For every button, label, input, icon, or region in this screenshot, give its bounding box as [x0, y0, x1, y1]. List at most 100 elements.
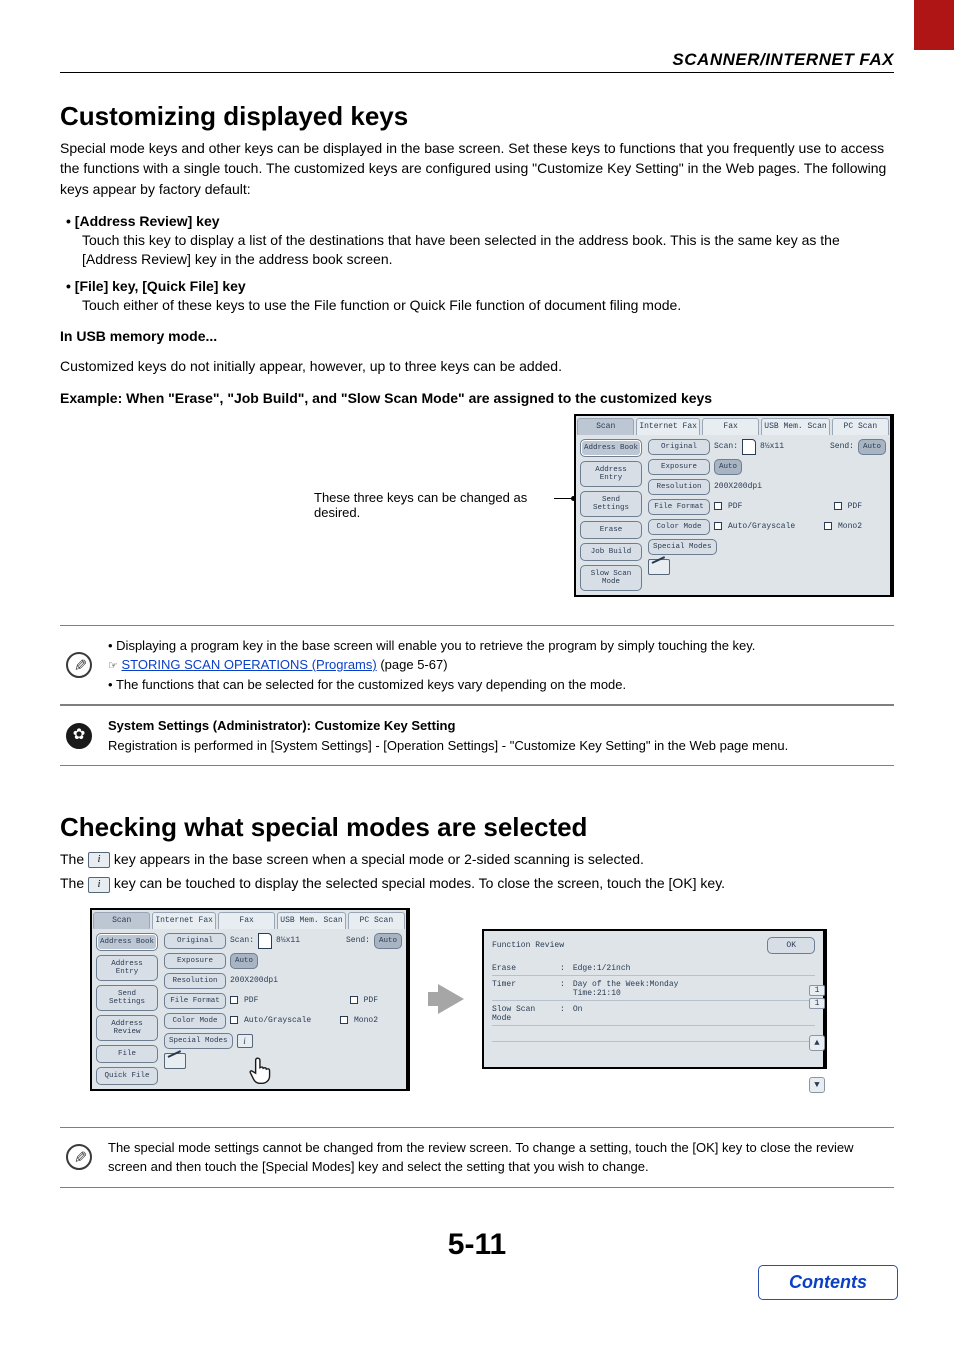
val-ff-2b: PDF: [364, 996, 378, 1005]
fr-page-total: 1: [809, 998, 825, 1009]
btn-original[interactable]: Original: [648, 439, 710, 455]
btn-file-format[interactable]: File Format: [648, 499, 710, 515]
val-cm-2: Mono2: [838, 522, 862, 531]
val-send-auto[interactable]: Auto: [858, 439, 886, 455]
bullet1-body: Touch this key to display a list of the …: [82, 231, 894, 270]
pointing-hand-icon: ☞: [108, 660, 118, 672]
note-programs: Displaying a program key in the base scr…: [60, 625, 894, 706]
btn-file-format-b[interactable]: File Format: [164, 993, 226, 1009]
val-ff-1b: PDF: [244, 996, 258, 1005]
fr-row1-label: Timer: [492, 980, 552, 998]
header-rule: [60, 72, 894, 73]
arrow-right-icon: [428, 984, 464, 1014]
side-address-entry[interactable]: Address Entry: [580, 461, 642, 487]
val-exposure-auto[interactable]: Auto: [714, 459, 742, 475]
side-address-book[interactable]: Address Book: [580, 439, 642, 457]
btn-exposure-b[interactable]: Exposure: [164, 953, 226, 969]
side-file-b[interactable]: File: [96, 1045, 158, 1063]
val-send-auto-b[interactable]: Auto: [374, 933, 402, 949]
side-send-settings[interactable]: Send Settings: [580, 491, 642, 517]
scroll-down-button[interactable]: ▼: [809, 1077, 825, 1093]
tab-fax[interactable]: Fax: [702, 418, 759, 435]
side-address-book-b[interactable]: Address Book: [96, 933, 158, 951]
side-send-settings-b[interactable]: Send Settings: [96, 985, 158, 1011]
note1-line1: Displaying a program key in the base scr…: [116, 638, 755, 653]
hand-cursor-icon: [248, 1056, 274, 1089]
heading-checking: Checking what special modes are selected: [60, 812, 894, 843]
page-icon-b: [258, 933, 272, 949]
note-review-limit: The special mode settings cannot be chan…: [60, 1127, 894, 1188]
s2-line1a: The: [60, 851, 88, 867]
s2-line1b: key appears in the base screen when a sp…: [114, 851, 644, 867]
fr-page-current: 1: [809, 985, 825, 996]
para-intro: Special mode keys and other keys can be …: [60, 138, 894, 199]
bullet2-body: Touch either of these keys to use the Fi…: [82, 296, 894, 316]
note3-body: The special mode settings cannot be chan…: [108, 1138, 890, 1177]
btn-resolution-b[interactable]: Resolution: [164, 973, 226, 989]
file-icon-2: [834, 502, 844, 511]
btn-original-b[interactable]: Original: [164, 933, 226, 949]
scroll-up-button[interactable]: ▲: [809, 1035, 825, 1051]
link-storing-scan-operations[interactable]: STORING SCAN OPERATIONS (Programs): [122, 657, 377, 672]
val-scan: 8½x11: [760, 442, 784, 451]
fr-row1-val: Day of the Week:Monday Time:21:10: [573, 980, 679, 998]
ok-button[interactable]: OK: [767, 937, 815, 954]
fr-row0-val: Edge:1/2inch: [573, 964, 631, 973]
info-icon-inline-1: i: [88, 852, 110, 868]
heading-customizing: Customizing displayed keys: [60, 101, 894, 132]
side-job-build[interactable]: Job Build: [580, 543, 642, 561]
function-review-screen: Function Review OK Erase : Edge:1/2inch …: [482, 929, 827, 1069]
tab-usb-mem-scan[interactable]: USB Mem. Scan: [761, 418, 829, 435]
pen-icon-b[interactable]: [164, 1053, 186, 1069]
pencil-note-icon-2: [66, 1144, 92, 1170]
page-number: 5-11: [60, 1228, 894, 1262]
btn-special-modes[interactable]: Special Modes: [648, 539, 717, 555]
val-ff-2: PDF: [848, 502, 862, 511]
tab-fax-b[interactable]: Fax: [218, 912, 275, 929]
bullet1-head: • [Address Review] key: [66, 213, 894, 229]
fr-title: Function Review: [492, 941, 564, 950]
note1-link-page: (page 5-67): [377, 657, 448, 672]
device-screen-example: Scan Internet Fax Fax USB Mem. Scan PC S…: [574, 414, 894, 597]
tab-scan[interactable]: Scan: [577, 418, 634, 435]
example-head: Example: When "Erase", "Job Build", and …: [60, 390, 894, 406]
side-slow-scan-mode[interactable]: Slow Scan Mode: [580, 565, 642, 591]
tab-pc-scan[interactable]: PC Scan: [832, 418, 889, 435]
btn-special-modes-b[interactable]: Special Modes: [164, 1033, 233, 1049]
tab-internet-fax[interactable]: Internet Fax: [636, 418, 700, 435]
color-icon-2b: [340, 1016, 350, 1025]
side-quick-file-b[interactable]: Quick File: [96, 1067, 158, 1085]
tab-scan-b[interactable]: Scan: [93, 912, 150, 929]
running-header: SCANNER/INTERNET FAX: [0, 50, 954, 72]
val-cm-2b: Mono2: [354, 1016, 378, 1025]
tab-internet-fax-b[interactable]: Internet Fax: [152, 912, 216, 929]
tab-usb-mem-scan-b[interactable]: USB Mem. Scan: [277, 912, 345, 929]
side-address-review-b[interactable]: Address Review: [96, 1015, 158, 1041]
val-scan-b: 8½x11: [276, 936, 300, 945]
side-erase[interactable]: Erase: [580, 521, 642, 539]
side-address-entry-b[interactable]: Address Entry: [96, 955, 158, 981]
pen-icon[interactable]: [648, 559, 670, 575]
btn-color-mode-b[interactable]: Color Mode: [164, 1013, 226, 1029]
tab-pc-scan-b[interactable]: PC Scan: [348, 912, 405, 929]
btn-resolution[interactable]: Resolution: [648, 479, 710, 495]
btn-exposure[interactable]: Exposure: [648, 459, 710, 475]
val-resolution: 200X200dpi: [714, 482, 762, 491]
val-cm-1b: Auto/Grayscale: [244, 1016, 311, 1025]
gear-note-icon: ✿: [66, 723, 92, 749]
lbl-send: Send:: [830, 442, 854, 451]
header-accent-block: [914, 0, 954, 50]
val-exposure-auto-b[interactable]: Auto: [230, 953, 258, 969]
note1-line2: The functions that can be selected for t…: [108, 675, 755, 695]
val-cm-1: Auto/Grayscale: [728, 522, 795, 531]
color-icon-1: [714, 522, 724, 531]
lbl-scan-b: Scan:: [230, 936, 254, 945]
info-icon-button[interactable]: i: [237, 1034, 253, 1048]
btn-color-mode[interactable]: Color Mode: [648, 519, 710, 535]
bullet2-head: • [File] key, [Quick File] key: [66, 278, 894, 294]
usb-body: Customized keys do not initially appear,…: [60, 358, 894, 374]
contents-button[interactable]: Contents: [758, 1265, 898, 1300]
note2-body: Registration is performed in [System Set…: [108, 736, 788, 756]
example-caption: These three keys can be changed as desir…: [314, 490, 554, 520]
file-icon-1b: [230, 996, 240, 1005]
